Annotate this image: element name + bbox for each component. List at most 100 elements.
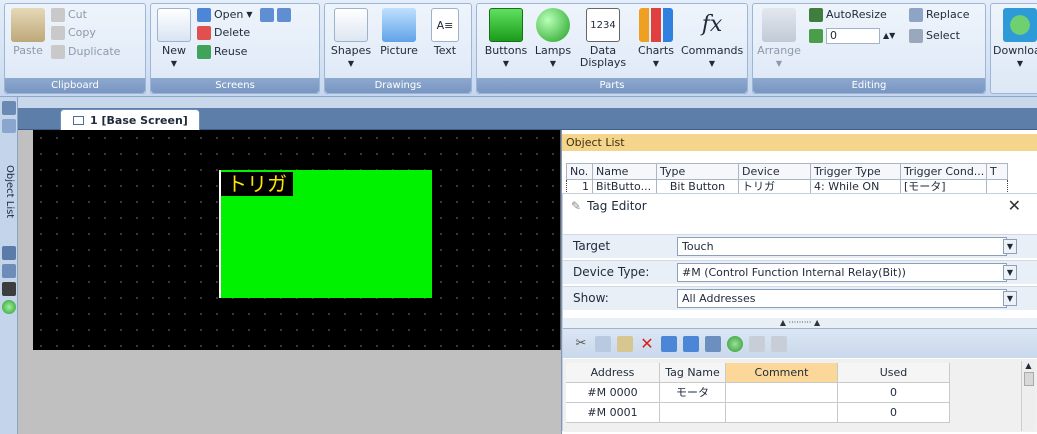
- chevron-down-icon[interactable]: ▼: [1003, 239, 1017, 254]
- ribbon: Paste Cut Copy Duplicate Clipboard New ▼…: [0, 0, 1037, 97]
- table-icon[interactable]: [705, 335, 721, 352]
- library-icon[interactable]: [2, 119, 16, 133]
- screen-canvas[interactable]: トリガ: [33, 130, 561, 350]
- table-row[interactable]: #M 0000 モータ 0: [566, 383, 950, 403]
- tag-grid-header: Address Tag Name Comment Used: [566, 363, 950, 383]
- replace-icon: [909, 8, 923, 22]
- table-row[interactable]: 1 BitButto... Bit Button トリガ 4: While ON…: [566, 180, 1008, 194]
- chevron-down-icon[interactable]: ▼: [1003, 265, 1017, 280]
- tag-editor-panel: ✎ Tag Editor ✕ Target Touch ▼ Device Typ…: [562, 193, 1037, 432]
- text-button[interactable]: A≡ Text: [425, 8, 465, 57]
- download-button[interactable]: Download ▼: [993, 8, 1037, 70]
- splitter-handle[interactable]: ▲ ········· ▲: [563, 318, 1037, 328]
- lamps-button[interactable]: Lamps ▼: [531, 8, 575, 70]
- charts-button[interactable]: Charts ▼: [633, 8, 679, 70]
- editor-area: トリガ: [18, 130, 561, 434]
- autoresize-button[interactable]: AutoResize: [809, 7, 887, 23]
- duplicate-button[interactable]: Duplicate: [51, 44, 120, 60]
- chevron-down-icon: ▼: [1016, 59, 1024, 68]
- spin-value[interactable]: 0: [826, 28, 880, 44]
- reuse-icon: [197, 45, 211, 59]
- picture-button[interactable]: Picture: [377, 8, 421, 57]
- paste-button[interactable]: Paste: [11, 8, 45, 57]
- text-icon: A≡: [431, 8, 459, 42]
- delete-screen-button[interactable]: Delete: [197, 25, 250, 41]
- screen-icon: [73, 115, 84, 125]
- commands-button[interactable]: fx Commands ▼: [681, 8, 743, 70]
- close-icon[interactable]: ✕: [1008, 196, 1021, 215]
- comments-icon[interactable]: [2, 282, 16, 296]
- arrange-button[interactable]: Arrange ▼: [757, 8, 801, 70]
- lamp-icon[interactable]: [2, 300, 16, 314]
- clipboard-group: Paste Cut Copy Duplicate Clipboard: [4, 3, 146, 94]
- copy-button[interactable]: Copy: [51, 25, 96, 41]
- bit-button-part[interactable]: トリガ: [219, 170, 432, 298]
- right-panel: Object List No. Name Type Device Trigger…: [561, 130, 1037, 434]
- paste-icon[interactable]: [617, 335, 633, 352]
- export-icon[interactable]: [683, 335, 699, 352]
- chevron-down-icon: ▼: [347, 59, 355, 68]
- chevron-down-icon[interactable]: ▼: [1003, 291, 1017, 306]
- cut-button[interactable]: Cut: [51, 7, 87, 23]
- open-screen-button[interactable]: Open ▼: [197, 7, 291, 23]
- shapes-button[interactable]: Shapes ▼: [329, 8, 373, 70]
- paste-icon: [11, 8, 45, 42]
- screens-group: New ▼ Open ▼ Delete Reuse Screens: [150, 3, 320, 94]
- reuse-screen-button[interactable]: Reuse: [197, 44, 247, 60]
- target-row: Target Touch ▼: [563, 234, 1037, 258]
- scroll-up-icon[interactable]: ▲: [1022, 361, 1035, 370]
- tag-editor-header: ✎ Tag Editor: [563, 194, 1037, 218]
- show-select[interactable]: All Addresses: [677, 289, 1007, 308]
- spin-arrows-icon[interactable]: ▲▼: [883, 28, 895, 44]
- drawings-group: Shapes ▼ Picture A≡ Text Drawings: [324, 3, 472, 94]
- delete-icon[interactable]: ✕: [639, 335, 655, 352]
- screens-group-label: Screens: [151, 78, 319, 93]
- tag-grid-scrollbar[interactable]: ▲: [1021, 361, 1035, 431]
- screen-list-icon[interactable]: [2, 101, 16, 115]
- import-icon[interactable]: [661, 335, 677, 352]
- chevron-down-icon: ▼: [652, 59, 660, 68]
- chevron-down-icon: ▼: [170, 59, 178, 68]
- layer-icon: [809, 29, 823, 43]
- button-part-icon: [489, 8, 523, 42]
- data-display-icon: 1234: [586, 8, 620, 42]
- delete-screen-icon: [197, 26, 211, 40]
- tab-base-screen-1[interactable]: 1 [Base Screen]: [60, 109, 200, 130]
- new-screen-icon: [157, 8, 191, 42]
- next-screen-icon[interactable]: [276, 8, 291, 22]
- chevron-down-icon: ▼: [502, 59, 510, 68]
- new-screen-button[interactable]: New ▼: [157, 8, 191, 70]
- autoresize-icon: [809, 8, 823, 22]
- object-list-table: No. Name Type Device Trigger Type Trigge…: [562, 154, 1037, 194]
- device-type-select[interactable]: #M (Control Function Internal Relay(Bit)…: [677, 263, 1007, 282]
- chevron-down-icon: ▼: [775, 59, 783, 68]
- show-row: Show: All Addresses ▼: [563, 286, 1037, 310]
- data-displays-button[interactable]: 1234 Data Displays: [575, 8, 631, 69]
- screen-icon[interactable]: [2, 246, 16, 260]
- parts-group-label: Parts: [477, 78, 747, 93]
- replace-button[interactable]: Replace: [909, 7, 970, 23]
- lamp-part-icon: [536, 8, 570, 42]
- document-tab-bar: 1 [Base Screen]: [18, 108, 1037, 130]
- cursor-icon: [909, 29, 923, 43]
- buttons-button[interactable]: Buttons ▼: [481, 8, 531, 70]
- parts-group: Buttons ▼ Lamps ▼ 1234 Data Displays Cha…: [476, 3, 748, 94]
- table-row[interactable]: #M 0001 0: [566, 403, 950, 423]
- shapes-icon: [334, 8, 368, 42]
- spin-control[interactable]: 0 ▲▼: [809, 28, 895, 44]
- previous-screen-icon[interactable]: [259, 8, 274, 22]
- refresh-icon[interactable]: [727, 335, 743, 352]
- chevron-down-icon: ▼: [549, 59, 557, 68]
- object-list-side-tab[interactable]: Object List: [1, 156, 17, 228]
- tag-editor-toolbar: ✂ ✕: [563, 328, 1037, 358]
- arrange-icon: [762, 8, 796, 42]
- chevron-down-icon: ▼: [246, 10, 253, 19]
- target-select[interactable]: Touch: [677, 237, 1007, 256]
- tag-grid: Address Tag Name Comment Used #M 0000 モー…: [563, 359, 1037, 432]
- copy-icon[interactable]: [595, 335, 611, 352]
- windows-icon[interactable]: [2, 264, 16, 278]
- cut-icon[interactable]: ✂: [573, 336, 589, 352]
- select-button[interactable]: Select: [909, 28, 960, 44]
- scroll-thumb[interactable]: [1023, 372, 1034, 386]
- open-icon: [197, 8, 211, 22]
